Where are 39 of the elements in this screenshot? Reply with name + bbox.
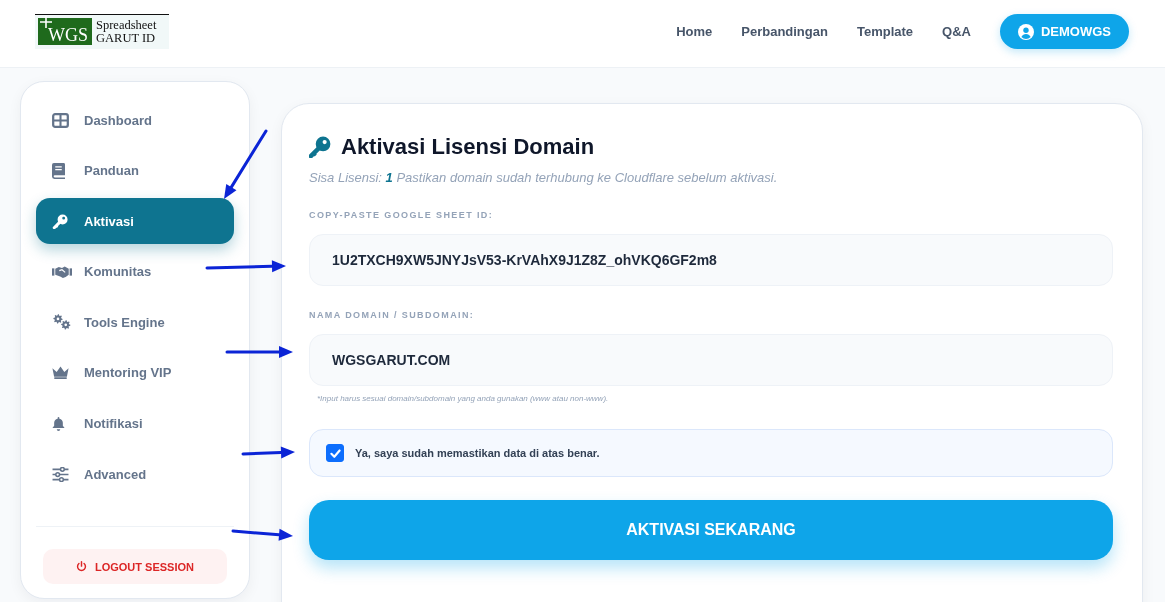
key-icon	[52, 213, 69, 229]
crown-icon	[52, 365, 69, 381]
nav-link[interactable]: Home	[676, 24, 713, 39]
sliders-icon	[52, 466, 69, 482]
power-icon	[76, 561, 87, 573]
logo-initials: WGS	[47, 25, 88, 45]
sidebar-item[interactable]: Tools Engine	[36, 299, 234, 346]
logo-text: GARUT ID	[96, 31, 156, 45]
user-avatar-icon	[1017, 23, 1034, 40]
hint-text: *Input harus sesuai domain/subdomain yang anda gunakan (www atau non-www).	[317, 394, 610, 404]
sidebar-item[interactable]: Advanced	[36, 451, 234, 498]
page-title: Aktivasi Lisensi Domain	[341, 134, 595, 160]
key-icon	[309, 136, 331, 158]
user-button[interactable]: DEMOWGS	[999, 14, 1129, 49]
book-icon	[52, 162, 65, 179]
nav-link[interactable]: Q&A	[942, 24, 971, 39]
checkbox-label[interactable]: Ya, saya sudah memastikan data di atas benar.	[355, 447, 600, 459]
logout-button[interactable]: LOGOUT SESSION	[43, 549, 227, 585]
plus-icon	[40, 16, 52, 28]
sidebar-item[interactable]: Komunitas	[36, 248, 234, 295]
gears-icon	[52, 314, 72, 331]
nav-link[interactable]: Perbandingan	[741, 24, 828, 39]
sidebar-item[interactable]: Notifikasi	[36, 400, 234, 447]
checkbox[interactable]	[326, 444, 344, 462]
sidebar-item[interactable]: Mentoring VIP	[36, 349, 234, 396]
check-icon	[328, 446, 342, 460]
grid-icon	[52, 112, 69, 128]
activate-button[interactable]: AKTIVASI SEKARANG	[309, 500, 1113, 560]
field-label: NAMA DOMAIN / SUBDOMAIN:	[309, 310, 476, 321]
field-label: COPY-PASTE GOOGLE SHEET ID:	[309, 210, 495, 221]
subtitle-text: Sisa Lisensi: 1 Pastikan domain sudah terhubung ke Cloudflare sebelum aktivasi.	[309, 170, 779, 186]
logo-text: Spreadsheet	[96, 18, 157, 32]
nav-link[interactable]: Template	[856, 24, 914, 39]
sidebar-item[interactable]: Panduan	[36, 147, 234, 194]
input-field[interactable]: WGSGARUT.COM	[309, 334, 1113, 386]
sidebar-item[interactable]: Aktivasi	[36, 198, 234, 245]
input-field[interactable]: 1U2TXCH9XW5JNYJsV53-KrVAhX9J1Z8Z_ohVKQ6GF2m8	[309, 234, 1113, 286]
bell-icon	[52, 415, 65, 432]
sidebar-item[interactable]: Dashboard	[36, 97, 234, 143]
